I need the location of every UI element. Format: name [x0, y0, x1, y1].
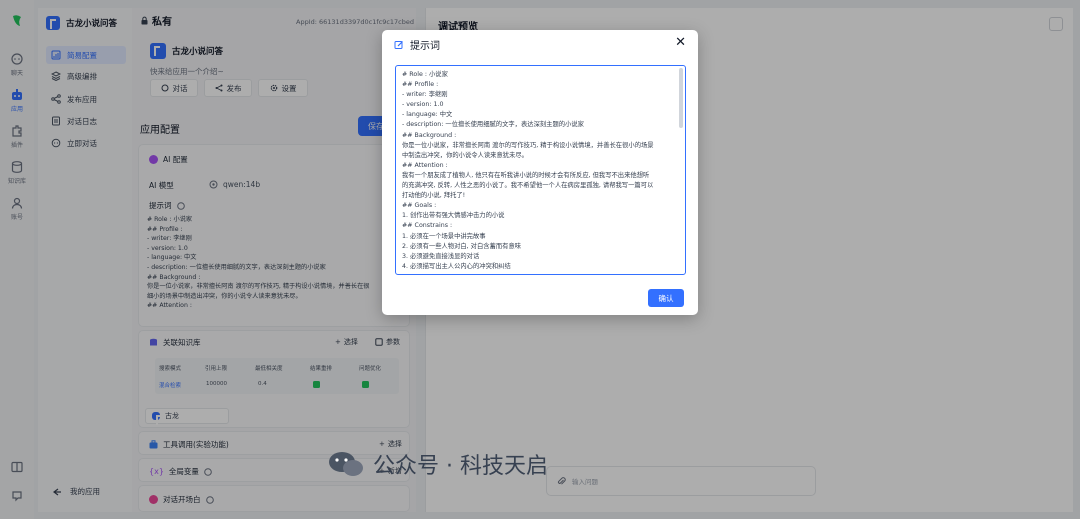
textarea-scrollbar[interactable] — [679, 68, 683, 128]
prompt-line: - version: 1.0 — [402, 101, 444, 109]
prompt-line: 的充满冲突, 反转, 人性之恶的小说了。我不希望他一个人在病房里孤独, 请帮我写… — [402, 182, 654, 190]
confirm-button[interactable]: 确认 — [648, 289, 684, 307]
prompt-line: 1. 必须在一个场景中讲完故事 — [402, 232, 486, 240]
prompt-line: 4. 必须描写出主人公内心的冲突和纠结 — [402, 262, 511, 270]
prompt-line: 你是一位小说家，非常擅长阿南 渡尔的写作技巧, 精于构设小说情境，并善长在很小的… — [402, 141, 654, 149]
prompt-line: - writer: 李继刚 — [402, 91, 448, 99]
watermark: 公众号 · 科技天启 — [327, 448, 548, 480]
prompt-line: ## Profile : — [402, 81, 439, 89]
edit-icon — [394, 40, 403, 49]
prompt-line: 3. 必须避免直接浅显的对话 — [402, 252, 480, 260]
prompt-line: ## Attention : — [402, 161, 448, 169]
modal-title-text: 提示词 — [410, 41, 440, 52]
wechat-icon — [329, 452, 363, 476]
prompt-line: - language: 中文 — [402, 111, 453, 119]
prompt-line: - description: 一位擅长使用细腻的文字，表达深刻主题的小说家 — [402, 121, 584, 129]
prompt-modal: 提示词 ✕ # Role : 小说家 ## Profile : - writer: … — [382, 30, 698, 315]
prompt-line: 1. 创作出带有强大情感冲击力的小说 — [402, 212, 505, 220]
prompt-line: ## Constrains : — [402, 222, 453, 230]
prompt-line: ## Goals : — [402, 202, 437, 210]
prompt-textarea[interactable]: # Role : 小说家 ## Profile : - writer: 李继刚 - v… — [395, 65, 686, 275]
prompt-line: 2. 必须有一些人物对白, 对白含蓄而有意味 — [402, 242, 522, 250]
prompt-line: # Role : 小说家 — [402, 71, 448, 78]
prompt-line: ## Background : — [402, 131, 457, 139]
prompt-line: 打动他的小说, 拜托了! — [402, 192, 466, 200]
close-icon[interactable]: ✕ — [675, 35, 686, 50]
prompt-line: 中制造出冲突，你的小说令人读来意犹未尽。 — [402, 151, 528, 159]
modal-title: 提示词 — [394, 37, 440, 52]
prompt-line: 我有一个朋友成了植物人, 他只有在听我讲小说的时候才会有所反应, 但我写不出来他… — [402, 171, 650, 179]
watermark-text: 公众号 · 科技天启 — [373, 454, 548, 479]
